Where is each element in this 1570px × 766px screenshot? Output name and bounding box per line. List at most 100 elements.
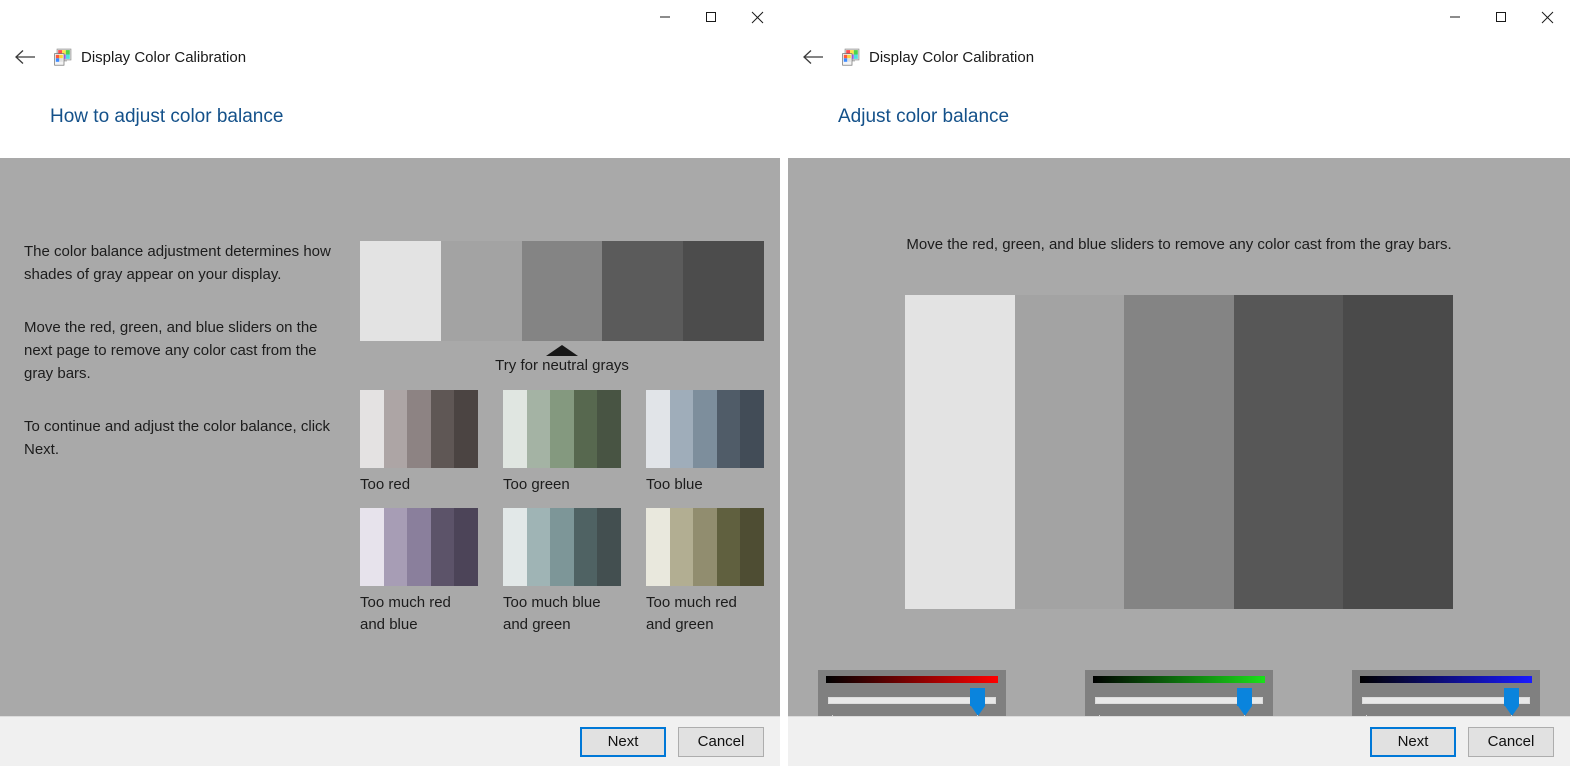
content-area-left: The color balance adjustment determines …: [0, 158, 780, 716]
instruction-paragraph-1: The color balance adjustment determines …: [24, 243, 331, 283]
maximize-icon: [1496, 12, 1506, 22]
color-cast-sample-grid: Too red Too green Too blue Too much red and…: [360, 390, 764, 636]
close-icon: [1541, 11, 1553, 23]
green-slider[interactable]: [1085, 670, 1273, 716]
color-cast-bars: [646, 390, 764, 468]
color-cast-label: Too blue: [646, 476, 703, 493]
app-title-right: Display Color Calibration: [869, 48, 1035, 66]
window-adjust-color-balance: Display Color Calibration Adjust color b…: [788, 0, 1570, 766]
gray-bar-4: [1233, 295, 1344, 609]
rgb-slider-row: [788, 670, 1570, 716]
gray-bar-3: [1124, 295, 1234, 609]
color-cast-sample: Too much blue and green: [503, 508, 621, 636]
blue-slider[interactable]: [1352, 670, 1540, 716]
red-tick-min: [832, 715, 833, 716]
display-calibration-icon: [54, 48, 72, 66]
titlebar-left: [0, 0, 780, 34]
page-title-right: Adjust color balance: [838, 106, 1010, 127]
color-cast-sample: Too much red and green: [646, 508, 764, 636]
titlebar-right: [788, 0, 1570, 34]
color-cast-bar-1: [646, 390, 670, 468]
minimize-button[interactable]: [642, 0, 688, 34]
color-cast-bar-2: [526, 390, 551, 468]
back-arrow-icon[interactable]: [10, 42, 40, 72]
close-button[interactable]: [1524, 0, 1570, 34]
color-cast-bar-5: [597, 508, 621, 586]
instructions-block: The color balance adjustment determines …: [24, 240, 344, 461]
cancel-button[interactable]: Cancel: [678, 726, 764, 757]
footer-right: Next Cancel: [788, 716, 1570, 766]
blue-tick-min: [1366, 715, 1367, 716]
color-cast-label: Too green: [503, 476, 570, 493]
color-cast-sample: Too green: [503, 390, 621, 496]
red-slider-thumb[interactable]: [970, 688, 986, 716]
gray-bar-5: [1343, 295, 1453, 609]
window-how-to-adjust-color-balance: Display Color Calibration How to adjust …: [0, 0, 780, 766]
page-title-left: How to adjust color balance: [50, 106, 284, 127]
color-cast-label: Too much red and green: [646, 594, 737, 633]
maximize-button[interactable]: [1478, 0, 1524, 34]
back-arrow-icon[interactable]: [798, 42, 828, 72]
color-cast-bars: [360, 390, 478, 468]
neutral-gray-sample-strip: [360, 241, 764, 341]
color-cast-bar-4: [573, 508, 598, 586]
gray-sample-segment-1: [360, 241, 441, 341]
color-cast-bar-1: [503, 508, 527, 586]
color-cast-bar-1: [503, 390, 527, 468]
cancel-button[interactable]: Cancel: [1468, 726, 1554, 757]
next-button[interactable]: Next: [1370, 726, 1456, 757]
nav-row-right: Display Color Calibration: [788, 34, 1570, 80]
color-cast-bar-3: [693, 390, 717, 468]
color-cast-bars: [503, 508, 621, 586]
next-button[interactable]: Next: [580, 726, 666, 757]
color-cast-bar-5: [597, 390, 621, 468]
content-area-right: Move the red, green, and blue sliders to…: [788, 158, 1570, 716]
color-cast-bar-2: [383, 508, 408, 586]
neutral-grays-label: Try for neutral grays: [495, 357, 629, 374]
display-calibration-icon: [842, 48, 860, 66]
slider-instruction-text: Move the red, green, and blue sliders to…: [906, 236, 1452, 253]
green-tick-current: [1244, 715, 1246, 716]
app-title-left: Display Color Calibration: [81, 48, 247, 66]
green-tick-min: [1099, 715, 1100, 716]
red-tick-current: [977, 715, 979, 716]
instruction-paragraph-2: Move the red, green, and blue sliders on…: [24, 319, 318, 382]
color-cast-bar-2: [526, 508, 551, 586]
heading-zone-left: How to adjust color balance: [0, 80, 780, 158]
caption-buttons-right: [1432, 0, 1570, 34]
green-gradient-bar: [1093, 676, 1265, 683]
color-cast-bars: [646, 508, 764, 586]
color-cast-sample: Too red: [360, 390, 478, 496]
color-cast-bar-3: [407, 390, 431, 468]
gray-sample-segment-3: [521, 241, 603, 341]
blue-gradient-bar: [1360, 676, 1532, 683]
red-gradient-bar: [826, 676, 998, 683]
maximize-button[interactable]: [688, 0, 734, 34]
color-cast-bar-4: [716, 390, 741, 468]
red-slider[interactable]: [818, 670, 1006, 716]
close-icon: [751, 11, 763, 23]
close-button[interactable]: [734, 0, 780, 34]
color-cast-bar-3: [550, 390, 574, 468]
minimize-icon: [1450, 16, 1460, 18]
color-cast-bar-3: [693, 508, 717, 586]
color-cast-bar-1: [360, 508, 384, 586]
caption-buttons-left: [642, 0, 780, 34]
color-cast-bars: [360, 508, 478, 586]
color-cast-bar-4: [430, 508, 455, 586]
color-cast-bar-2: [383, 390, 408, 468]
green-slider-thumb[interactable]: [1237, 688, 1253, 716]
gray-sample-segment-4: [602, 241, 684, 341]
color-cast-bar-1: [646, 508, 670, 586]
color-cast-bar-4: [573, 390, 598, 468]
color-cast-bars: [503, 390, 621, 468]
desktop-screen: Display Color Calibration How to adjust …: [0, 0, 1570, 766]
footer-left: Next Cancel: [0, 716, 780, 766]
color-cast-bar-5: [740, 390, 764, 468]
color-cast-bar-3: [550, 508, 574, 586]
gray-sample-segment-5: [683, 241, 764, 341]
thumb-body: [970, 688, 986, 706]
gray-bar-1: [905, 295, 1015, 609]
minimize-button[interactable]: [1432, 0, 1478, 34]
blue-slider-thumb[interactable]: [1504, 688, 1520, 716]
